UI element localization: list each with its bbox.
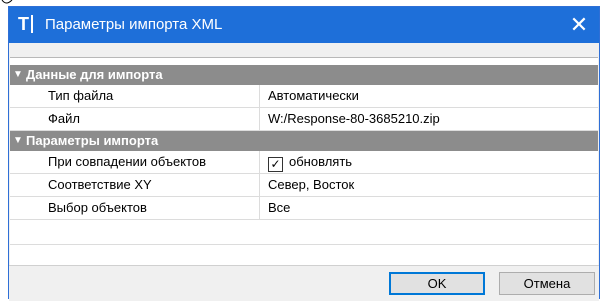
property-grid: ▼ Данные для импорта Тип файла Автоматич… [10,57,598,266]
property-row-xy-mapping[interactable]: Соответствие XY Север, Восток [10,174,598,197]
property-name: Тип файла [38,85,260,107]
property-value-xy-mapping[interactable]: Север, Восток [260,174,598,196]
cancel-button[interactable]: Отмена [499,272,595,295]
category-label: Данные для импорта [26,67,163,82]
close-icon[interactable]: ✕ [559,7,599,43]
window-title: Параметры импорта XML [45,16,223,33]
property-row-file[interactable]: Файл W:/Response-80-3685210.zip [10,108,598,131]
checkbox-label: обновлять [289,154,353,169]
property-name: Выбор объектов [38,197,260,219]
property-name: Файл [38,108,260,130]
property-row-on-match[interactable]: При совпадении объектов ✓ обновлять [10,151,598,174]
category-label: Параметры импорта [26,133,159,148]
category-import-params[interactable]: ▼ Параметры импорта [10,131,598,151]
title-bar[interactable]: T Параметры импорта XML ✕ [9,7,599,43]
empty-row [10,220,598,245]
category-import-data[interactable]: ▼ Данные для импорта [10,65,598,85]
property-row-object-selection[interactable]: Выбор объектов Все [10,197,598,220]
property-value-on-match[interactable]: ✓ обновлять [260,151,598,173]
update-checkbox[interactable]: ✓ [268,157,283,172]
property-value-object-selection[interactable]: Все [260,197,598,219]
property-value-file[interactable]: W:/Response-80-3685210.zip [260,108,598,130]
import-xml-dialog: T Параметры импорта XML ✕ ▼ Данные для и… [8,6,600,301]
button-bar: OK Отмена [9,265,599,301]
property-row-file-type[interactable]: Тип файла Автоматически [10,85,598,108]
property-name: При совпадении объектов [38,151,260,173]
property-value-file-type[interactable]: Автоматически [260,85,598,107]
ok-button[interactable]: OK [389,272,485,295]
chevron-down-icon[interactable]: ▼ [13,131,23,151]
property-name: Соответствие XY [38,174,260,196]
app-logo-icon: T [18,13,33,35]
chevron-down-icon[interactable]: ▼ [13,65,23,85]
